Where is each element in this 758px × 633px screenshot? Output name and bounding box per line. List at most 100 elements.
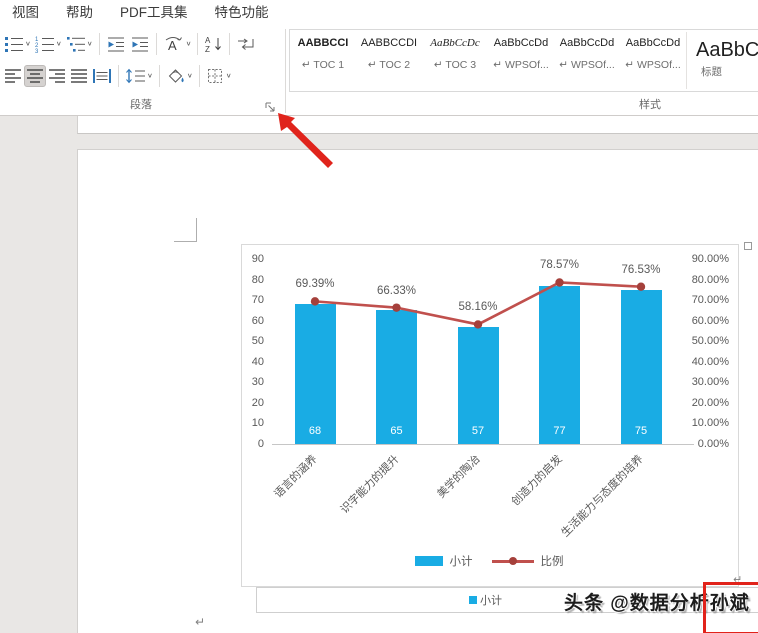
legend-label-bar: 小计 bbox=[450, 553, 473, 569]
paragraph-group: ∨ 123 ∨ ∨ bbox=[2, 30, 284, 94]
legend-line-swatch bbox=[492, 556, 534, 566]
justify-icon bbox=[70, 67, 88, 85]
chevron-down-icon: ∨ bbox=[187, 72, 193, 79]
red-annotation-arrow bbox=[272, 109, 340, 175]
style-name: ↵ WPSOf... bbox=[488, 59, 554, 71]
chevron-down-icon: ∨ bbox=[87, 40, 93, 47]
multilevel-list-button[interactable]: ∨ bbox=[64, 33, 95, 55]
justify-button[interactable] bbox=[68, 65, 90, 87]
style-preview: AaBbCcDd bbox=[696, 39, 758, 63]
style-name: ↵ WPSOf... bbox=[554, 59, 620, 71]
style-name: ↵ WPSOf... bbox=[620, 59, 686, 71]
text-boundary-mark bbox=[174, 241, 197, 242]
styles-gallery: AABBCCI ↵ TOC 1AABBCCDI ↵ TOC 2AaBbCcDc ↵ T… bbox=[289, 29, 758, 92]
tab-view[interactable]: 视图 bbox=[12, 1, 39, 21]
style-preview: AABBCCI bbox=[290, 37, 356, 54]
line-data-label: 76.53% bbox=[609, 264, 673, 276]
mini-legend-label: 小计 bbox=[480, 592, 502, 608]
svg-text:A: A bbox=[168, 38, 177, 53]
red-highlight-box bbox=[703, 582, 758, 633]
separator bbox=[159, 65, 160, 87]
legend-dot bbox=[509, 557, 517, 565]
style-name: ↵ TOC 1 bbox=[290, 59, 356, 71]
sort-button[interactable]: A Z bbox=[202, 33, 225, 55]
document-canvas: 908070605040302010090.00%80.00%70.00%60.… bbox=[0, 115, 758, 633]
separator bbox=[156, 33, 157, 55]
style-name: ↵ TOC 3 bbox=[422, 59, 488, 71]
chevron-down-icon: ∨ bbox=[25, 40, 31, 47]
distribute-button[interactable] bbox=[90, 65, 114, 87]
decrease-indent-icon bbox=[106, 35, 126, 53]
decrease-indent-button[interactable] bbox=[104, 33, 128, 55]
text-boundary-mark bbox=[196, 218, 197, 242]
word-app-window: 视图 帮助 PDF工具集 特色功能 ∨ 123 ∨ bbox=[0, 0, 758, 633]
group-separator bbox=[285, 29, 286, 113]
increase-indent-button[interactable] bbox=[128, 33, 152, 55]
mini-legend: 小计 bbox=[469, 592, 502, 608]
align-right-button[interactable] bbox=[46, 65, 68, 87]
svg-text:Z: Z bbox=[205, 45, 210, 53]
shading-button[interactable]: ∨ bbox=[164, 65, 195, 87]
separator bbox=[118, 65, 119, 87]
style-card-2[interactable]: AABBCCDI ↵ TOC 2 bbox=[356, 30, 422, 91]
previous-page-bottom bbox=[77, 115, 758, 134]
menu-tab-bar: 视图 帮助 PDF工具集 特色功能 bbox=[0, 0, 758, 20]
numbered-list-button[interactable]: 123 ∨ bbox=[33, 33, 64, 55]
asian-layout-button[interactable]: A ∨ bbox=[161, 33, 194, 55]
paragraph-marks-icon bbox=[236, 35, 256, 53]
style-card-1[interactable]: AABBCCI ↵ TOC 1 bbox=[290, 30, 356, 91]
svg-text:A: A bbox=[205, 36, 211, 45]
bullet-list-button[interactable]: ∨ bbox=[2, 33, 33, 55]
align-left-icon bbox=[4, 67, 22, 85]
show-marks-button[interactable] bbox=[234, 33, 258, 55]
asian-layout-icon: A bbox=[163, 35, 185, 53]
separator bbox=[229, 33, 230, 55]
increase-indent-icon bbox=[130, 35, 150, 53]
legend-swatch bbox=[469, 596, 477, 604]
align-left-button[interactable] bbox=[2, 65, 24, 87]
chart-frame[interactable]: 908070605040302010090.00%80.00%70.00%60.… bbox=[241, 244, 739, 587]
chevron-down-icon: ∨ bbox=[56, 40, 62, 47]
style-preview: AABBCCDI bbox=[356, 37, 422, 54]
styles-group-label: 样式 bbox=[560, 96, 740, 112]
document-page[interactable]: 908070605040302010090.00%80.00%70.00%60.… bbox=[77, 149, 758, 633]
chevron-down-icon: ∨ bbox=[186, 40, 192, 47]
legend-bar-swatch bbox=[415, 556, 443, 566]
ribbon: 视图 帮助 PDF工具集 特色功能 ∨ 123 ∨ bbox=[0, 0, 758, 116]
line-data-label: 78.57% bbox=[528, 259, 592, 271]
style-card-7[interactable]: AaBbCcDd标题 bbox=[687, 30, 758, 91]
sort-az-icon: A Z bbox=[204, 35, 223, 53]
align-right-icon bbox=[48, 67, 66, 85]
multilevel-list-icon bbox=[66, 35, 86, 53]
line-spacing-icon bbox=[125, 67, 146, 85]
line-data-label: 58.16% bbox=[446, 301, 510, 313]
borders-button[interactable]: ∨ bbox=[204, 65, 234, 87]
numbered-list-icon: 123 bbox=[35, 35, 55, 53]
borders-icon bbox=[206, 67, 225, 85]
style-preview: AaBbCcDc bbox=[422, 37, 488, 54]
tab-help[interactable]: 帮助 bbox=[66, 1, 93, 21]
line-data-label: 69.39% bbox=[283, 278, 347, 290]
line-data-label: 66.33% bbox=[365, 285, 429, 297]
line-spacing-button[interactable]: ∨ bbox=[123, 65, 155, 87]
separator bbox=[197, 33, 198, 55]
distribute-icon bbox=[92, 67, 112, 85]
paragraph-group-label: 段落 bbox=[0, 96, 282, 112]
legend-label-line: 比例 bbox=[541, 553, 564, 569]
align-center-button[interactable] bbox=[24, 65, 46, 87]
shading-bucket-icon bbox=[166, 67, 186, 85]
style-card-3[interactable]: AaBbCcDc ↵ TOC 3 bbox=[422, 30, 488, 91]
paragraph-mark: ↵ bbox=[195, 616, 205, 628]
bullet-list-icon bbox=[4, 35, 24, 53]
chevron-down-icon: ∨ bbox=[147, 72, 153, 79]
style-card-5[interactable]: AaBbCcDd↵ WPSOf... bbox=[554, 30, 620, 91]
tab-special-features[interactable]: 特色功能 bbox=[215, 1, 269, 21]
style-card-6[interactable]: AaBbCcDd ↵ WPSOf... bbox=[620, 30, 686, 91]
style-preview: AaBbCcDd bbox=[620, 37, 686, 54]
style-card-4[interactable]: AaBbCcDd↵ WPSOf... bbox=[488, 30, 554, 91]
style-name: ↵ TOC 2 bbox=[356, 59, 422, 71]
align-center-icon bbox=[26, 67, 44, 85]
separator bbox=[199, 65, 200, 87]
svg-text:3: 3 bbox=[35, 49, 39, 53]
tab-pdf-tools[interactable]: PDF工具集 bbox=[120, 1, 188, 21]
